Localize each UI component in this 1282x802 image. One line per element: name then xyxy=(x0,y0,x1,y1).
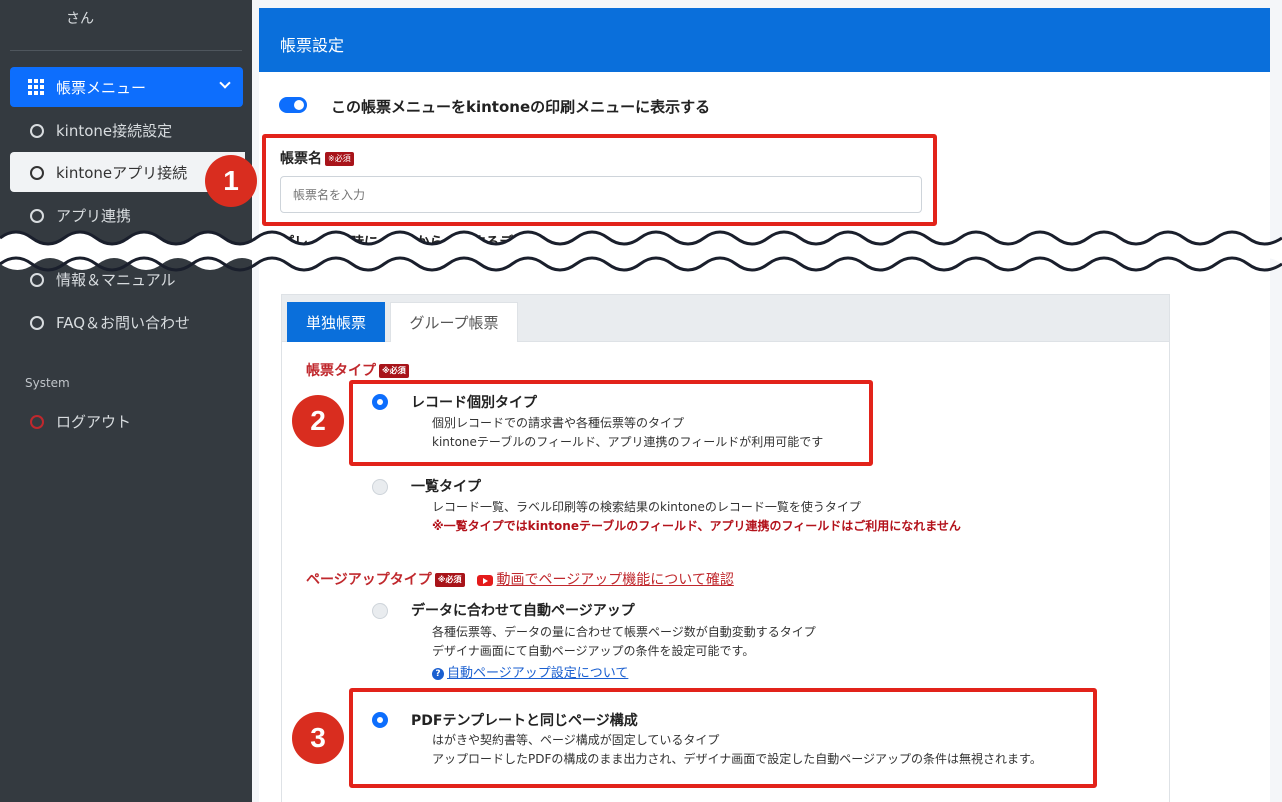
help-link-row: ? 自動ページアップ設定について xyxy=(432,662,628,681)
option-description: 各種伝票等、データの量に合わせて帳票ページ数が自動変動するタイプ デザイナ画面に… xyxy=(432,625,816,658)
user-name: さん xyxy=(66,11,94,27)
grid-icon xyxy=(28,79,44,95)
circle-icon xyxy=(30,414,44,429)
help-link[interactable]: 自動ページアップ設定について xyxy=(447,666,628,681)
callout-number-2: 2 xyxy=(292,395,344,447)
toggle-label: この帳票メニューをkintoneの印刷メニューに表示する xyxy=(331,98,711,116)
sidebar-item-label: FAQ＆お問い合わせ xyxy=(56,314,191,332)
wave-break-divider xyxy=(0,230,1282,272)
youtube-icon xyxy=(476,574,493,586)
option-description: レコード一覧、ラベル印刷等の検索結果のkintoneのレコード一覧を使うタイプ … xyxy=(432,498,961,536)
question-icon: ? xyxy=(432,667,444,680)
circle-icon xyxy=(30,208,44,223)
circle-icon xyxy=(30,123,44,138)
tab-single-form[interactable]: 単独帳票 xyxy=(287,302,385,342)
required-badge: ※必須 xyxy=(434,573,465,587)
sidebar-item-label: 帳票メニュー xyxy=(56,78,147,97)
option-title: データに合わせて自動ページアップ xyxy=(411,603,635,619)
sidebar-item-label: kintone接続設定 xyxy=(56,122,173,140)
page-up-heading: ページアップタイプ ※必須 動画でページアップ機能について確認 xyxy=(306,572,734,588)
sidebar-item-logout[interactable]: ログアウト xyxy=(30,411,131,432)
circle-icon xyxy=(30,315,44,330)
tab-group-form[interactable]: グループ帳票 xyxy=(390,302,518,342)
radio-list-type[interactable] xyxy=(372,479,388,495)
sidebar-item-kintone-connect[interactable]: kintone接続設定 xyxy=(30,120,172,141)
sidebar-item-app-link[interactable]: アプリ連携 xyxy=(30,205,131,226)
sidebar-item-kintone-app[interactable]: kintoneアプリ接続 xyxy=(30,162,187,183)
required-badge: ※必須 xyxy=(379,364,409,378)
warning-text: ※一覧タイプではkintoneテーブルのフィールド、アプリ連携のフィールドはご利… xyxy=(432,519,961,533)
radio-auto-page-up[interactable] xyxy=(372,603,388,619)
sidebar-divider xyxy=(10,50,242,51)
option-title: 一覧タイプ xyxy=(411,479,481,495)
print-menu-toggle[interactable] xyxy=(279,97,307,113)
callout-box-2 xyxy=(349,380,873,466)
sidebar: さん 帳票メニュー kintone接続設定 kintoneアプリ接続 アプリ連携… xyxy=(0,0,252,802)
page-title: 帳票設定 xyxy=(259,8,1270,72)
sidebar-item-form-menu[interactable]: 帳票メニュー xyxy=(10,67,243,107)
callout-box-3 xyxy=(349,688,1097,788)
video-link[interactable]: 動画でページアップ機能について確認 xyxy=(497,572,734,588)
sidebar-section-system: System xyxy=(25,376,70,390)
callout-number-1: 1 xyxy=(205,155,257,207)
callout-number-3: 3 xyxy=(292,712,344,764)
circle-icon xyxy=(30,165,44,180)
form-type-heading: 帳票タイプ ※必須 xyxy=(306,360,409,380)
sidebar-item-label: アプリ連携 xyxy=(56,207,132,225)
chevron-down-icon xyxy=(219,77,231,89)
sidebar-item-label: kintoneアプリ接続 xyxy=(56,164,188,182)
sidebar-item-faq[interactable]: FAQ＆お問い合わせ xyxy=(30,312,190,333)
sidebar-item-label: ログアウト xyxy=(56,413,132,431)
callout-box-1 xyxy=(262,134,937,226)
